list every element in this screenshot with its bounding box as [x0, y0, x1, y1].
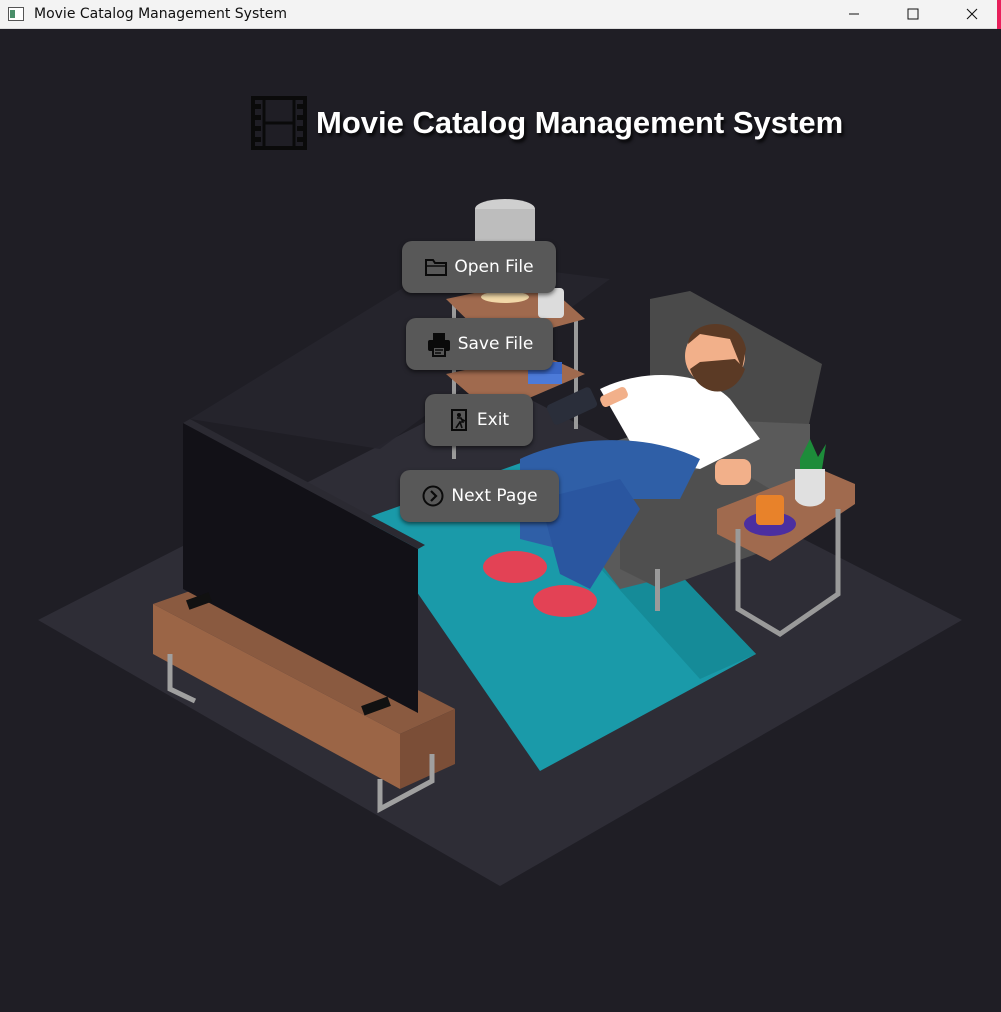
next-page-button[interactable]: Next Page	[400, 470, 559, 522]
main-window-content: Movie Catalog Management System Open Fil…	[0, 29, 1001, 1012]
save-file-button[interactable]: Save File	[406, 318, 553, 370]
maximize-icon	[907, 8, 918, 20]
open-file-button[interactable]: Open File	[402, 241, 556, 293]
save-file-label: Save File	[457, 334, 534, 354]
window-titlebar: Movie Catalog Management System	[0, 0, 1001, 29]
open-file-label: Open File	[454, 257, 534, 277]
exit-button[interactable]: Exit	[425, 394, 533, 446]
app-icon	[8, 7, 24, 21]
exit-label: Exit	[476, 410, 510, 430]
minimize-icon	[848, 13, 859, 15]
film-icon	[251, 96, 307, 150]
exit-door-icon	[450, 409, 467, 431]
printer-icon	[427, 333, 450, 357]
maximize-button[interactable]	[883, 0, 942, 28]
close-button[interactable]	[942, 0, 1001, 28]
app-heading: Movie Catalog Management System	[250, 95, 843, 151]
window-title: Movie Catalog Management System	[34, 6, 287, 22]
app-title: Movie Catalog Management System	[316, 105, 844, 140]
close-icon	[966, 8, 977, 20]
folder-icon	[425, 259, 448, 276]
chevron-right-circle-icon	[422, 485, 444, 507]
next-page-label: Next Page	[451, 486, 538, 506]
minimize-button[interactable]	[824, 0, 883, 28]
